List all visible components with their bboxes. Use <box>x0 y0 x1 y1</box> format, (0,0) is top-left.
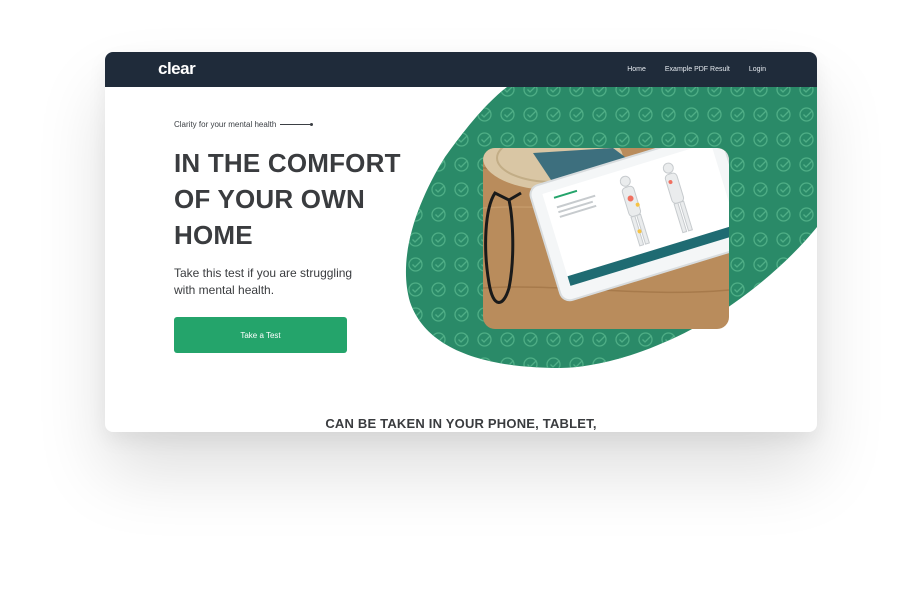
hero-title-line: HOME <box>174 220 253 250</box>
hero-title: IN THE COMFORT OF YOUR OWN HOME <box>174 145 424 253</box>
take-a-test-button[interactable]: Take a Test <box>174 317 347 353</box>
hero-title-line: OF YOUR OWN <box>174 184 365 214</box>
nav-link-login[interactable]: Login <box>749 66 766 73</box>
hero-subtitle-line: Take this test if you are struggling <box>174 266 353 280</box>
nav-link-example-pdf-result[interactable]: Example PDF Result <box>665 66 730 73</box>
hero-photo-tablet <box>483 148 729 329</box>
nav-link-home[interactable]: Home <box>627 66 646 73</box>
top-navbar: clear Home Example PDF Result Login <box>105 52 817 87</box>
hero-tagline: Clarity for your mental health <box>174 120 314 129</box>
tablet-desk-illustration <box>483 148 729 329</box>
clear-logo[interactable]: clear <box>158 59 196 79</box>
tagline-text: Clarity for your mental health <box>174 120 277 129</box>
hero-subtitle: Take this test if you are struggling wit… <box>174 265 364 299</box>
section-heading: CAN BE TAKEN IN YOUR PHONE, TABLET, <box>325 416 597 431</box>
hero-title-line: IN THE COMFORT <box>174 148 401 178</box>
browser-window: clear Home Example PDF Result Login Clar… <box>105 52 817 432</box>
tagline-arrow-line <box>280 123 314 126</box>
hero-subtitle-line: with mental health. <box>174 283 275 297</box>
nav-links: Home Example PDF Result Login <box>627 52 766 87</box>
